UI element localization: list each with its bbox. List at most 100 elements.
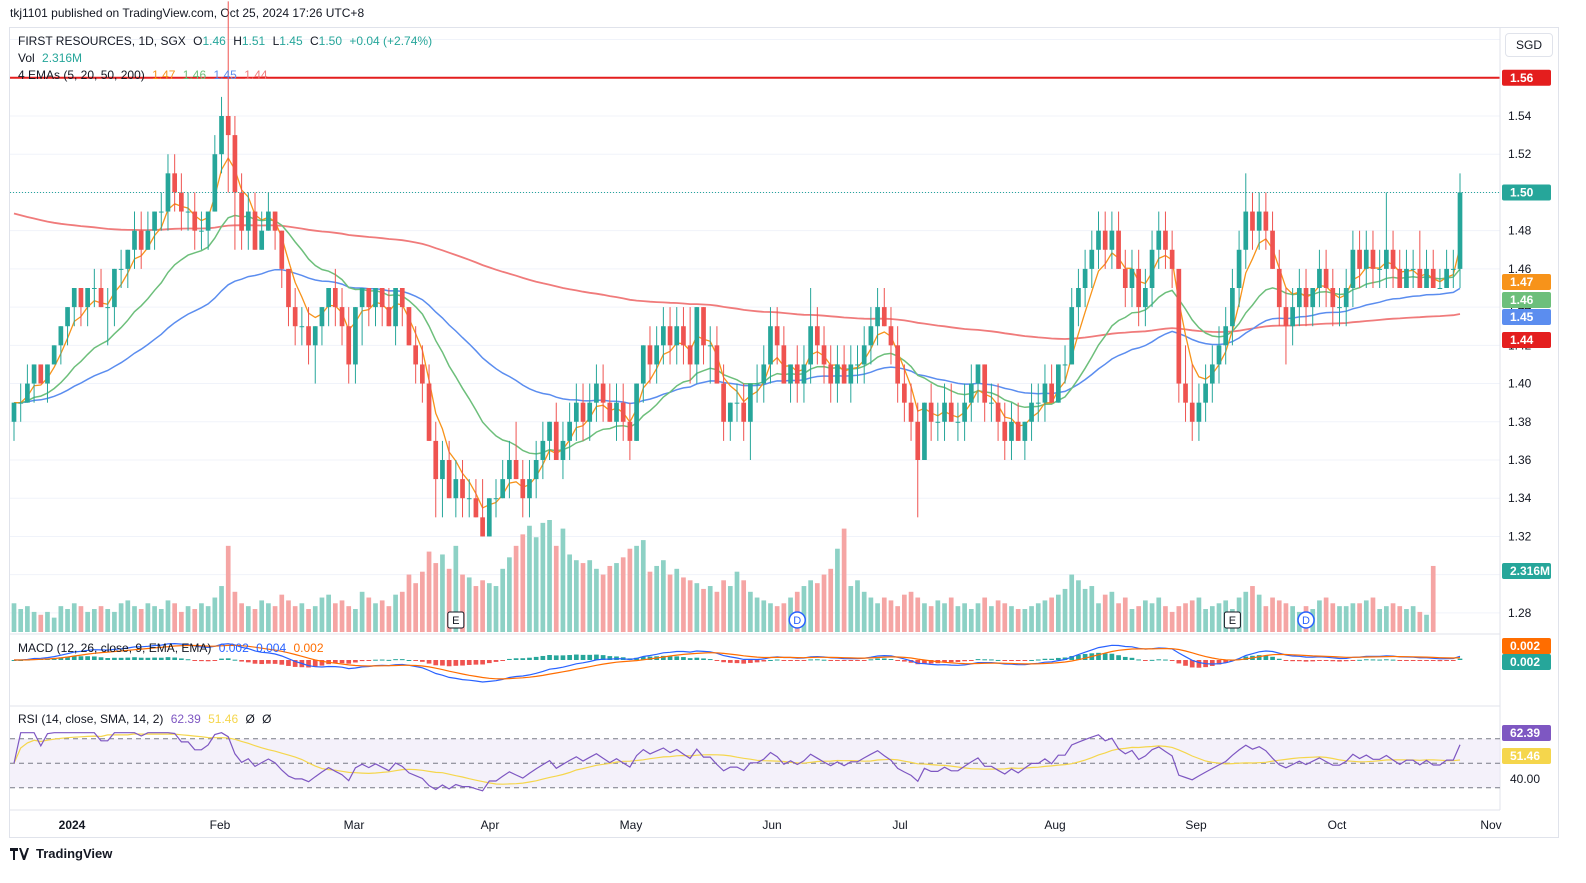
macd-histogram-bar xyxy=(861,660,867,661)
macd-histogram-bar xyxy=(272,660,278,664)
candle-body xyxy=(91,288,97,289)
macd-histogram-bar xyxy=(480,660,485,665)
macd-histogram-bar xyxy=(1310,660,1316,662)
volume-bar xyxy=(707,586,713,632)
volume-bar xyxy=(51,617,57,632)
macd-histogram-bar xyxy=(748,660,753,663)
candle-body xyxy=(1042,383,1048,403)
volume-bar xyxy=(634,545,639,632)
candle-body xyxy=(761,364,767,384)
macd-histogram-bar xyxy=(687,658,693,660)
candle-body xyxy=(727,402,733,422)
macd-histogram-bar xyxy=(1330,660,1336,662)
candle-body xyxy=(1337,307,1342,309)
macd-histogram-bar xyxy=(835,660,840,661)
volume-bar xyxy=(38,614,44,632)
volume-bar xyxy=(406,574,412,632)
macd-histogram-bar xyxy=(1143,660,1148,661)
volume-bar xyxy=(734,571,740,632)
volume-bar xyxy=(587,560,593,632)
macd-histogram-bar xyxy=(1136,659,1142,661)
macd-histogram-bar xyxy=(808,659,813,661)
candle-body xyxy=(1263,211,1269,231)
time-tick-label: May xyxy=(620,818,643,832)
volume-bar xyxy=(25,606,30,632)
volume-bar xyxy=(620,557,626,632)
candle-body xyxy=(1330,288,1336,308)
volume-bar xyxy=(915,597,921,632)
volume-bar xyxy=(875,603,880,632)
macd-histogram-bar xyxy=(1357,659,1362,661)
macd-histogram-bar xyxy=(1029,659,1034,661)
macd-histogram-bar xyxy=(875,658,880,660)
close-label: C xyxy=(309,34,319,48)
candle-body xyxy=(359,288,365,308)
volume-bar xyxy=(1169,611,1175,632)
macd-histogram-bar xyxy=(975,659,981,661)
volume-bar xyxy=(85,611,90,632)
candle-body xyxy=(332,288,338,308)
volume-bar xyxy=(319,597,325,632)
candle-body xyxy=(667,326,673,346)
volume-bar xyxy=(533,537,539,632)
volume-bar xyxy=(18,609,24,632)
volume-bar xyxy=(1076,580,1081,632)
macd-histogram-bar xyxy=(1283,660,1289,661)
volume-bar xyxy=(239,603,244,632)
volume-bar xyxy=(741,580,747,632)
candle-body xyxy=(1236,249,1242,288)
volume-bar xyxy=(721,580,726,632)
candle-body xyxy=(319,307,325,327)
tradingview-icon xyxy=(10,847,29,860)
close-value: 1.50 xyxy=(318,34,342,48)
macd-histogram-bar xyxy=(962,660,967,662)
macd-histogram-bar xyxy=(172,657,178,660)
currency-button[interactable]: SGD xyxy=(1505,33,1553,57)
volume-bar xyxy=(1370,597,1376,632)
candle-body xyxy=(259,230,265,250)
macd-histogram-bar xyxy=(85,656,90,660)
candle-body xyxy=(339,307,345,327)
chart-canvas[interactable]: 1.581.561.541.521.501.481.461.441.421.40… xyxy=(0,0,1586,883)
candle-body xyxy=(125,249,131,269)
time-tick-label: Jul xyxy=(892,818,907,832)
macd-histogram-bar xyxy=(359,660,365,662)
ema20-value: 1.46 xyxy=(182,68,207,82)
candle-body xyxy=(1116,230,1121,269)
macd-histogram-bar xyxy=(781,660,787,661)
volume-bar xyxy=(339,600,345,632)
volume-bar xyxy=(848,586,854,632)
macd-histogram-bar xyxy=(245,660,251,663)
price-tick-label: 1.40 xyxy=(1508,377,1532,391)
macd-histogram-bar xyxy=(587,654,593,660)
candle-body xyxy=(1049,383,1054,403)
candle-body xyxy=(1377,268,1383,270)
volume-bar xyxy=(808,580,813,632)
last-price-label: 1.50 xyxy=(1510,185,1534,199)
candle-body xyxy=(982,364,988,403)
candle-body xyxy=(38,364,44,384)
candle-body xyxy=(553,421,559,460)
tradingview-logo[interactable]: TradingView xyxy=(10,846,112,861)
macd-histogram-bar xyxy=(1009,660,1014,661)
candle-body xyxy=(600,383,606,403)
volume-bar xyxy=(1129,609,1135,632)
volume-bar xyxy=(681,577,686,632)
candle-body xyxy=(1082,268,1088,288)
volume-bar xyxy=(11,603,17,632)
macd-histogram-bar xyxy=(500,660,506,661)
volume-bar xyxy=(312,606,318,632)
symbol-name: FIRST RESOURCES, 1D, SGX xyxy=(18,34,186,48)
macd-histogram-bar xyxy=(426,660,432,664)
volume-bar xyxy=(259,600,265,632)
macd-histogram-bar xyxy=(1163,659,1168,661)
volume-bar xyxy=(1002,603,1008,632)
candle-body xyxy=(1196,402,1202,422)
macd-histogram-bar xyxy=(1384,659,1389,661)
macd-histogram-bar xyxy=(1270,656,1275,660)
candle-body xyxy=(1390,249,1396,269)
volume-bar xyxy=(1263,606,1269,632)
macd-histogram-bar xyxy=(473,660,479,665)
volume-bar xyxy=(1363,600,1369,632)
candle-body xyxy=(179,192,184,212)
